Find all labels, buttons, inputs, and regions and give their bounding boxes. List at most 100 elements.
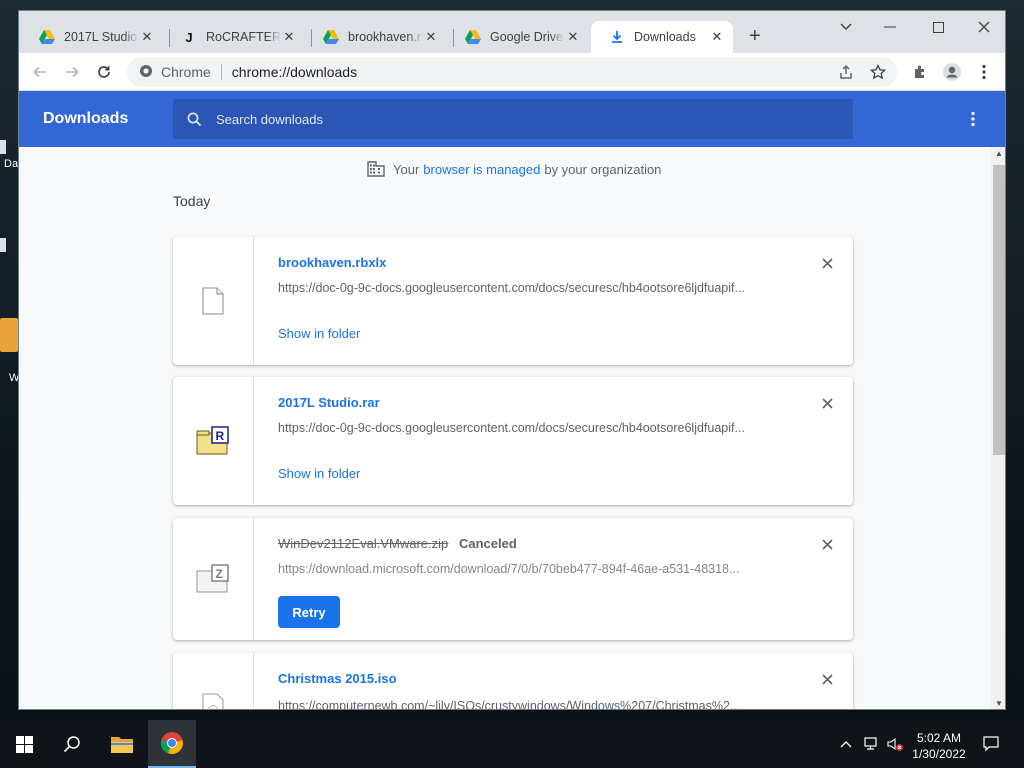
downloads-header: Downloads [19, 91, 1005, 147]
clock-date: 1/30/2022 [912, 747, 966, 761]
desktop-icon[interactable] [0, 140, 6, 154]
url-text[interactable]: chrome://downloads [232, 64, 357, 80]
chevron-up-icon [840, 741, 852, 748]
downloads-list: Your browser is managed by your organiza… [19, 147, 991, 709]
tab-rocraftero[interactable]: J RoCRAFTERO ✕ [163, 21, 305, 53]
share-icon [840, 64, 852, 79]
show-in-folder-link[interactable]: Show in folder [278, 466, 360, 481]
search-icon [187, 112, 202, 126]
download-icon [609, 29, 625, 45]
managed-notice: Your browser is managed by your organiza… [367, 161, 661, 177]
search-input[interactable] [216, 111, 816, 127]
scroll-down-arrow-icon[interactable]: ▼ [995, 699, 1003, 708]
minimize-button[interactable] [867, 15, 913, 39]
file-name-link[interactable]: 2017L Studio.rar [278, 395, 380, 410]
disc-image-icon [202, 693, 224, 709]
google-drive-icon [323, 29, 339, 45]
chip-divider [220, 64, 222, 80]
tab-title: Downloads [634, 30, 696, 44]
file-explorer-button[interactable] [98, 720, 146, 768]
more-vert-icon [971, 111, 975, 127]
tab-strip: 2017L Studio.rar - Google Drive ✕ J RoCR… [19, 11, 1005, 53]
managed-link[interactable]: browser is managed [423, 162, 540, 177]
remove-item-button[interactable] [817, 393, 837, 413]
google-drive-icon [465, 29, 481, 45]
scroll-up-arrow-icon[interactable]: ▲ [995, 149, 1003, 158]
share-button[interactable] [831, 57, 861, 87]
tab-search-button[interactable] [823, 15, 869, 39]
chrome-logo-icon [160, 732, 183, 755]
new-tab-button[interactable]: + [749, 26, 761, 46]
download-item: Z WinDev2112Eval.VMware.zip Canceled htt… [173, 518, 853, 640]
file-source-url[interactable]: https://download.microsoft.com/download/… [278, 562, 778, 576]
volume-muted-icon [887, 737, 903, 751]
scrollbar-thumb[interactable] [993, 165, 1005, 455]
menu-button[interactable] [971, 59, 997, 85]
file-icon-column: Z [173, 518, 254, 640]
search-button[interactable] [48, 720, 96, 768]
close-icon[interactable]: ✕ [565, 29, 581, 45]
desktop-folder-icon[interactable] [0, 318, 18, 352]
retry-button[interactable]: Retry [278, 596, 340, 628]
svg-text:Z: Z [216, 567, 223, 581]
file-name-link[interactable]: Christmas 2015.iso [278, 671, 397, 686]
network-button[interactable] [860, 720, 884, 768]
tab-title: 2017L Studio.rar - Google Drive [64, 30, 139, 44]
avatar-icon [943, 63, 961, 81]
close-window-button[interactable] [961, 15, 1005, 39]
building-icon [367, 161, 385, 177]
file-source-url[interactable]: https://computernewb.com/~lily/ISOs/crus… [278, 699, 778, 709]
back-button[interactable] [27, 59, 53, 85]
remove-item-button[interactable] [817, 253, 837, 273]
browser-window: 2017L Studio.rar - Google Drive ✕ J RoCR… [18, 10, 1006, 710]
tab-2017l-studio[interactable]: 2017L Studio.rar - Google Drive ✕ [21, 21, 163, 53]
notification-icon [983, 736, 999, 752]
chrome-taskbar-button[interactable] [148, 720, 196, 768]
search-box[interactable] [173, 99, 853, 139]
forward-button[interactable] [59, 59, 85, 85]
close-icon[interactable]: ✕ [139, 29, 155, 45]
profile-button[interactable] [939, 59, 965, 85]
download-item: R 2017L Studio.rar https://doc-0g-9c-doc… [173, 377, 853, 505]
maximize-button[interactable] [915, 15, 961, 39]
start-button[interactable] [0, 720, 48, 768]
tray-overflow-button[interactable] [836, 720, 856, 768]
reload-icon [98, 66, 110, 78]
bookmark-button[interactable] [863, 57, 893, 87]
remove-item-button[interactable] [817, 534, 837, 554]
vertical-scrollbar[interactable]: ▲ ▼ [991, 147, 1005, 709]
status-badge: Canceled [459, 536, 517, 551]
tab-downloads[interactable]: Downloads ✕ [591, 21, 733, 53]
reload-button[interactable] [91, 59, 117, 85]
file-source-url[interactable]: https://doc-0g-9c-docs.googleusercontent… [278, 421, 778, 435]
star-icon [870, 64, 886, 80]
tab-brookhaven[interactable]: brookhaven.rbxlx - Google Drive ✕ [305, 21, 447, 53]
network-icon [864, 737, 877, 750]
close-icon[interactable]: ✕ [281, 29, 297, 45]
tab-google-drive[interactable]: Google Drive - Virus scan warning ✕ [447, 21, 589, 53]
more-vert-icon [982, 64, 986, 80]
show-in-folder-link[interactable]: Show in folder [278, 326, 360, 341]
tab-title: brookhaven.rbxlx - Google Drive [348, 30, 423, 44]
file-icon-column [173, 653, 254, 709]
action-center-button[interactable] [978, 720, 1004, 768]
page-title: Downloads [43, 110, 129, 127]
remove-item-button[interactable] [817, 669, 837, 689]
close-icon [978, 21, 990, 33]
desktop-icon[interactable] [0, 238, 6, 252]
search-icon [63, 736, 80, 753]
puzzle-icon [915, 65, 924, 78]
maximize-icon [932, 21, 944, 33]
close-icon[interactable]: ✕ [709, 29, 725, 45]
address-bar[interactable]: Chrome chrome://downloads [127, 57, 897, 87]
volume-button[interactable] [884, 720, 906, 768]
downloads-menu-button[interactable] [963, 109, 983, 129]
system-clock[interactable]: 5:02 AM 1/30/2022 [906, 730, 972, 762]
close-icon [821, 673, 833, 685]
taskbar: 5:02 AM 1/30/2022 [0, 720, 1024, 768]
arrow-right-icon [66, 66, 79, 78]
extensions-button[interactable] [907, 59, 933, 85]
file-name-link[interactable]: brookhaven.rbxlx [278, 255, 386, 270]
file-source-url[interactable]: https://doc-0g-9c-docs.googleusercontent… [278, 281, 778, 295]
close-icon[interactable]: ✕ [423, 29, 439, 45]
